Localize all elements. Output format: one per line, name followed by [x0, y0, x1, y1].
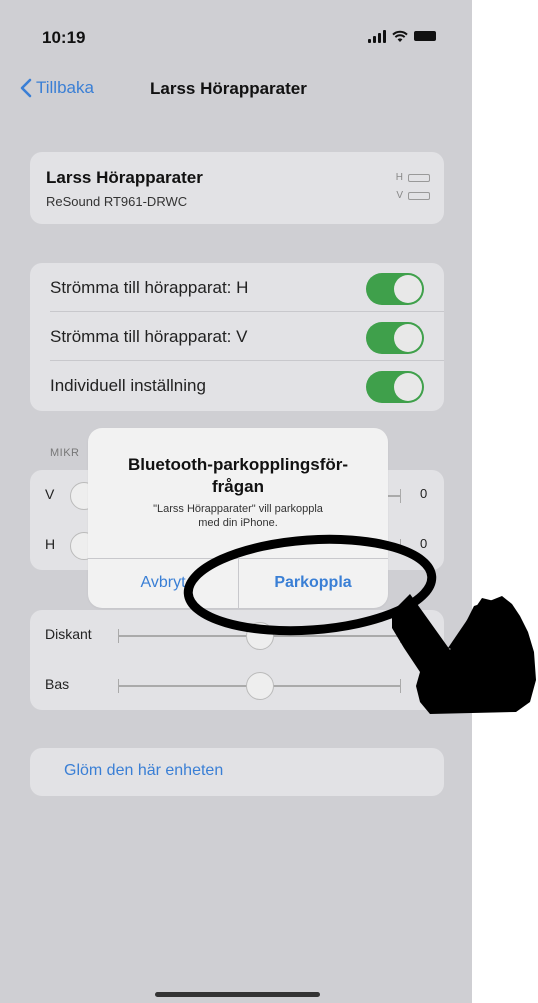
chevron-left-icon [20, 78, 32, 98]
toggle-row-stream-right: Strömma till hörapparat: H [30, 263, 444, 312]
streaming-settings-card: Strömma till hörapparat: H Strömma till … [30, 263, 444, 411]
tone-slider-row-treble: Diskant 0 [30, 610, 444, 660]
toggle-label-stream-right: Strömma till hörapparat: H [50, 278, 249, 297]
mic-slider-value-h: 0 [420, 536, 428, 551]
treble-slider-thumb[interactable] [246, 622, 274, 650]
forget-device-button[interactable]: Glöm den här enheten [64, 762, 223, 780]
tone-slider-value-bass: 0 [420, 676, 428, 691]
home-indicator [155, 992, 320, 997]
battery-right-icon [408, 173, 430, 182]
toggle-label-stream-left: Strömma till hörapparat: V [50, 327, 248, 346]
alert-message: "Larss Hörapparater" vill parkoppla med … [108, 502, 368, 530]
alert-message-line2: med din iPhone. [198, 517, 278, 529]
device-name: Larss Hörapparater [46, 168, 203, 187]
stream-right-switch[interactable] [366, 273, 424, 305]
status-time: 10:19 [42, 28, 86, 47]
status-bar: 10:19 [0, 0, 472, 70]
device-model: ReSound RT961-DRWC [46, 194, 188, 209]
back-button[interactable]: Tillbaka [20, 78, 94, 98]
toggle-row-individual: Individuell inställning [30, 361, 444, 410]
toggle-label-individual: Individuell inställning [50, 376, 206, 395]
battery-icon [414, 31, 436, 41]
status-icons [368, 28, 436, 44]
pair-button[interactable]: Parkoppla [238, 558, 388, 608]
battery-right: H [396, 172, 430, 183]
page-title: Larss Hörapparater [150, 79, 307, 98]
battery-left-label: V [396, 190, 403, 201]
tone-slider-value-treble: 0 [420, 626, 428, 641]
alert-title-line1: Bluetooth-parkopplingsför- [127, 455, 349, 474]
tone-slider-row-bass: Bas 0 [30, 660, 444, 710]
forget-device-card[interactable]: Glöm den här enheten [30, 748, 444, 796]
mic-slider-value-v: 0 [420, 486, 428, 501]
tone-slider-label-treble: Diskant [45, 626, 92, 642]
phone-screen: 10:19 Tillbaka Larss Hörapparater Larss … [0, 0, 472, 1003]
mic-slider-label-v: V [45, 486, 55, 502]
toggle-row-stream-left: Strömma till hörapparat: V [30, 312, 444, 361]
microphone-section-header: MIKR [50, 447, 80, 459]
tone-slider-label-bass: Bas [45, 676, 70, 692]
mic-slider-label-h: H [45, 536, 56, 552]
tone-card: Diskant 0 Bas 0 [30, 610, 444, 710]
battery-right-label: H [395, 172, 403, 183]
back-label: Tillbaka [36, 78, 94, 97]
alert-title: Bluetooth-parkopplingsför- frågan [108, 454, 368, 498]
wifi-icon [392, 30, 408, 42]
alert-message-line1: "Larss Hörapparater" vill parkoppla [153, 503, 323, 515]
signal-icon [368, 29, 386, 43]
pairing-alert-dialog: Bluetooth-parkopplingsför- frågan "Larss… [88, 428, 388, 608]
individual-setting-switch[interactable] [366, 371, 424, 403]
battery-left-icon [408, 191, 430, 200]
stream-left-switch[interactable] [366, 322, 424, 354]
bass-slider-thumb[interactable] [246, 672, 274, 700]
alert-title-line2: frågan [212, 477, 264, 496]
navigation-bar: Tillbaka Larss Hörapparater [0, 70, 472, 110]
battery-left: V [396, 190, 430, 201]
cancel-button[interactable]: Avbryt [88, 558, 238, 608]
device-info-card: Larss Hörapparater ReSound RT961-DRWC H … [30, 152, 444, 224]
